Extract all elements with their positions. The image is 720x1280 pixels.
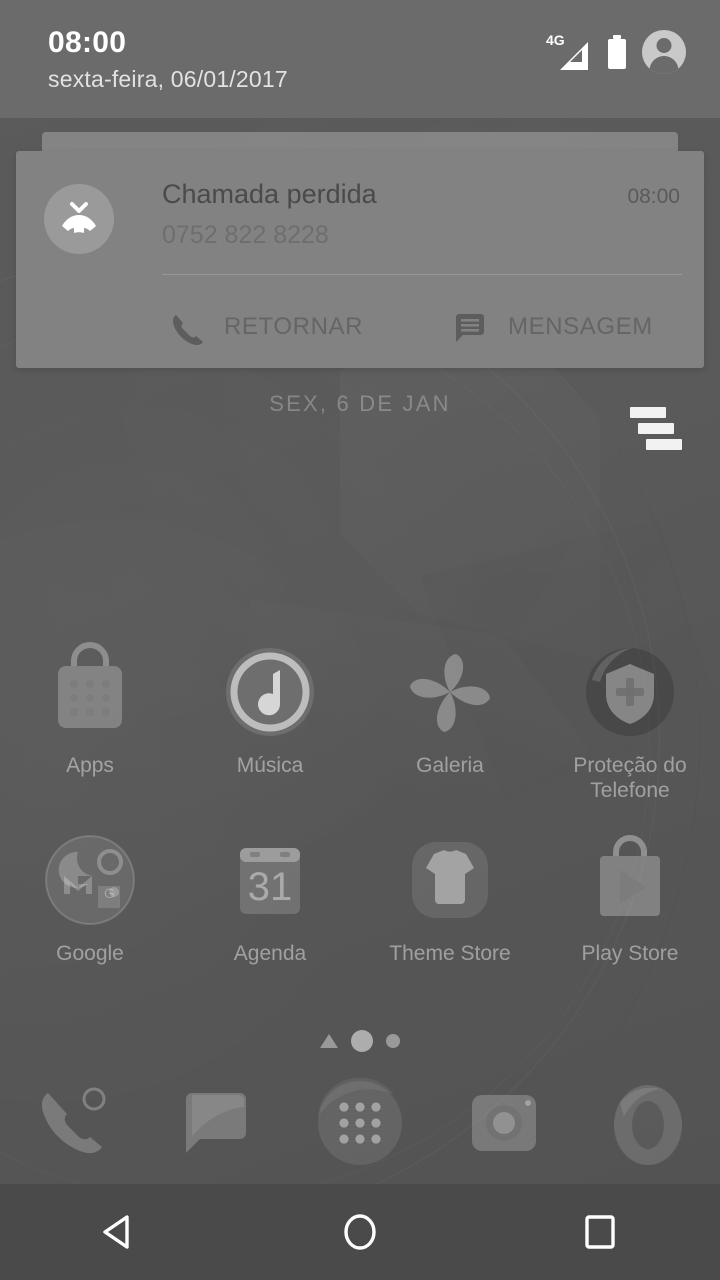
message-action-button[interactable]: MENSAGEM (432, 291, 692, 363)
phone-icon (168, 309, 204, 345)
notification-actions: RETORNAR MENSAGEM (162, 291, 704, 363)
app-label: Música (236, 754, 304, 777)
tshirt-icon (398, 828, 502, 932)
app-label: Galeria (416, 754, 484, 777)
app-label: Agenda (233, 942, 307, 965)
dock (0, 1064, 720, 1182)
status-bar: 08:00 sexta-feira, 06/01/2017 4G (0, 0, 720, 118)
app-icon-apps[interactable]: Apps (0, 640, 180, 810)
app-icon-galeria[interactable]: Galeria (360, 640, 540, 810)
app-icon-theme-store[interactable]: Theme Store (360, 828, 540, 998)
app-drawer-icon (310, 1073, 410, 1173)
phone-dock-icon (22, 1073, 122, 1173)
notification-title: Chamada perdida (162, 179, 377, 209)
app-label: Proteção do Telefone (573, 754, 687, 802)
app-grid-row-2: G Google 31 Agenda Theme Store Play Stor… (0, 828, 720, 998)
music-note-icon (218, 640, 322, 744)
app-icon-protecao-telefone[interactable]: Proteção do Telefone (540, 640, 720, 810)
nav-back-button[interactable] (0, 1184, 240, 1280)
recents-square-icon (577, 1209, 623, 1255)
play-store-icon (578, 828, 682, 932)
call-back-action-button[interactable]: RETORNAR (162, 291, 432, 363)
clock-widget-date: SEX, 6 DE JAN (269, 391, 451, 416)
status-bar-icons: 4G (546, 30, 686, 74)
google-folder-icon: G (38, 828, 142, 932)
status-bar-time: 08:00 (48, 26, 127, 59)
app-icon-google-folder[interactable]: G Google (0, 828, 180, 998)
app-icon-musica[interactable]: Música (180, 640, 360, 810)
svg-text:G: G (104, 885, 115, 901)
dock-item-browser[interactable] (576, 1064, 720, 1182)
shield-plus-icon (578, 640, 682, 744)
phone-screen: G SEX, 6 DE JAN Apps (0, 0, 720, 1280)
app-icon-play-store[interactable]: Play Store (540, 828, 720, 998)
action-label: RETORNAR (224, 313, 364, 340)
navigation-bar (0, 1184, 720, 1280)
app-label: Apps (66, 754, 114, 777)
app-label: Play Store (581, 942, 679, 965)
back-triangle-icon (97, 1209, 143, 1255)
missed-call-icon (44, 184, 114, 254)
notification-phone-number: 0752 822 8228 (162, 221, 329, 249)
notification-header: Chamada perdida 08:00 0752 822 8228 (16, 151, 704, 291)
signal-triangle-icon: 4G (546, 32, 592, 72)
status-bar-date: sexta-feira, 06/01/2017 (48, 66, 288, 92)
message-icon (452, 309, 488, 345)
notification-time: 08:00 (627, 185, 680, 208)
page-indicator[interactable] (0, 1030, 720, 1052)
page-indicator-dot[interactable] (386, 1034, 400, 1048)
dock-item-messages[interactable] (144, 1064, 288, 1182)
app-grid-row-1: Apps Música Galeria Proteção do Telefone (0, 640, 720, 810)
app-icon-agenda[interactable]: 31 Agenda (180, 828, 360, 998)
dock-item-phone[interactable] (0, 1064, 144, 1182)
weather-bars-icon[interactable] (630, 406, 688, 454)
app-label: Google (56, 942, 124, 965)
page-indicator-triangle[interactable] (320, 1034, 338, 1048)
page-indicator-dot-active[interactable] (351, 1030, 373, 1052)
dock-item-app-drawer[interactable] (288, 1064, 432, 1182)
calendar-icon: 31 (218, 828, 322, 932)
app-label: Theme Store (389, 942, 511, 965)
home-circle-icon (337, 1209, 383, 1255)
dock-item-camera[interactable] (432, 1064, 576, 1182)
shopping-bag-icon (38, 640, 142, 744)
messages-dock-icon (166, 1073, 266, 1173)
user-avatar-icon[interactable] (642, 30, 686, 74)
notification-divider (162, 274, 682, 275)
camera-dock-icon (454, 1073, 554, 1173)
calendar-day-number: 31 (248, 865, 293, 909)
action-label: MENSAGEM (508, 313, 653, 340)
browser-dock-icon (598, 1073, 698, 1173)
missed-call-notification[interactable]: Chamada perdida 08:00 0752 822 8228 RETO… (16, 151, 704, 368)
gallery-pinwheel-icon (398, 640, 502, 744)
nav-recents-button[interactable] (480, 1184, 720, 1280)
battery-full-icon (606, 35, 628, 69)
nav-home-button[interactable] (240, 1184, 480, 1280)
